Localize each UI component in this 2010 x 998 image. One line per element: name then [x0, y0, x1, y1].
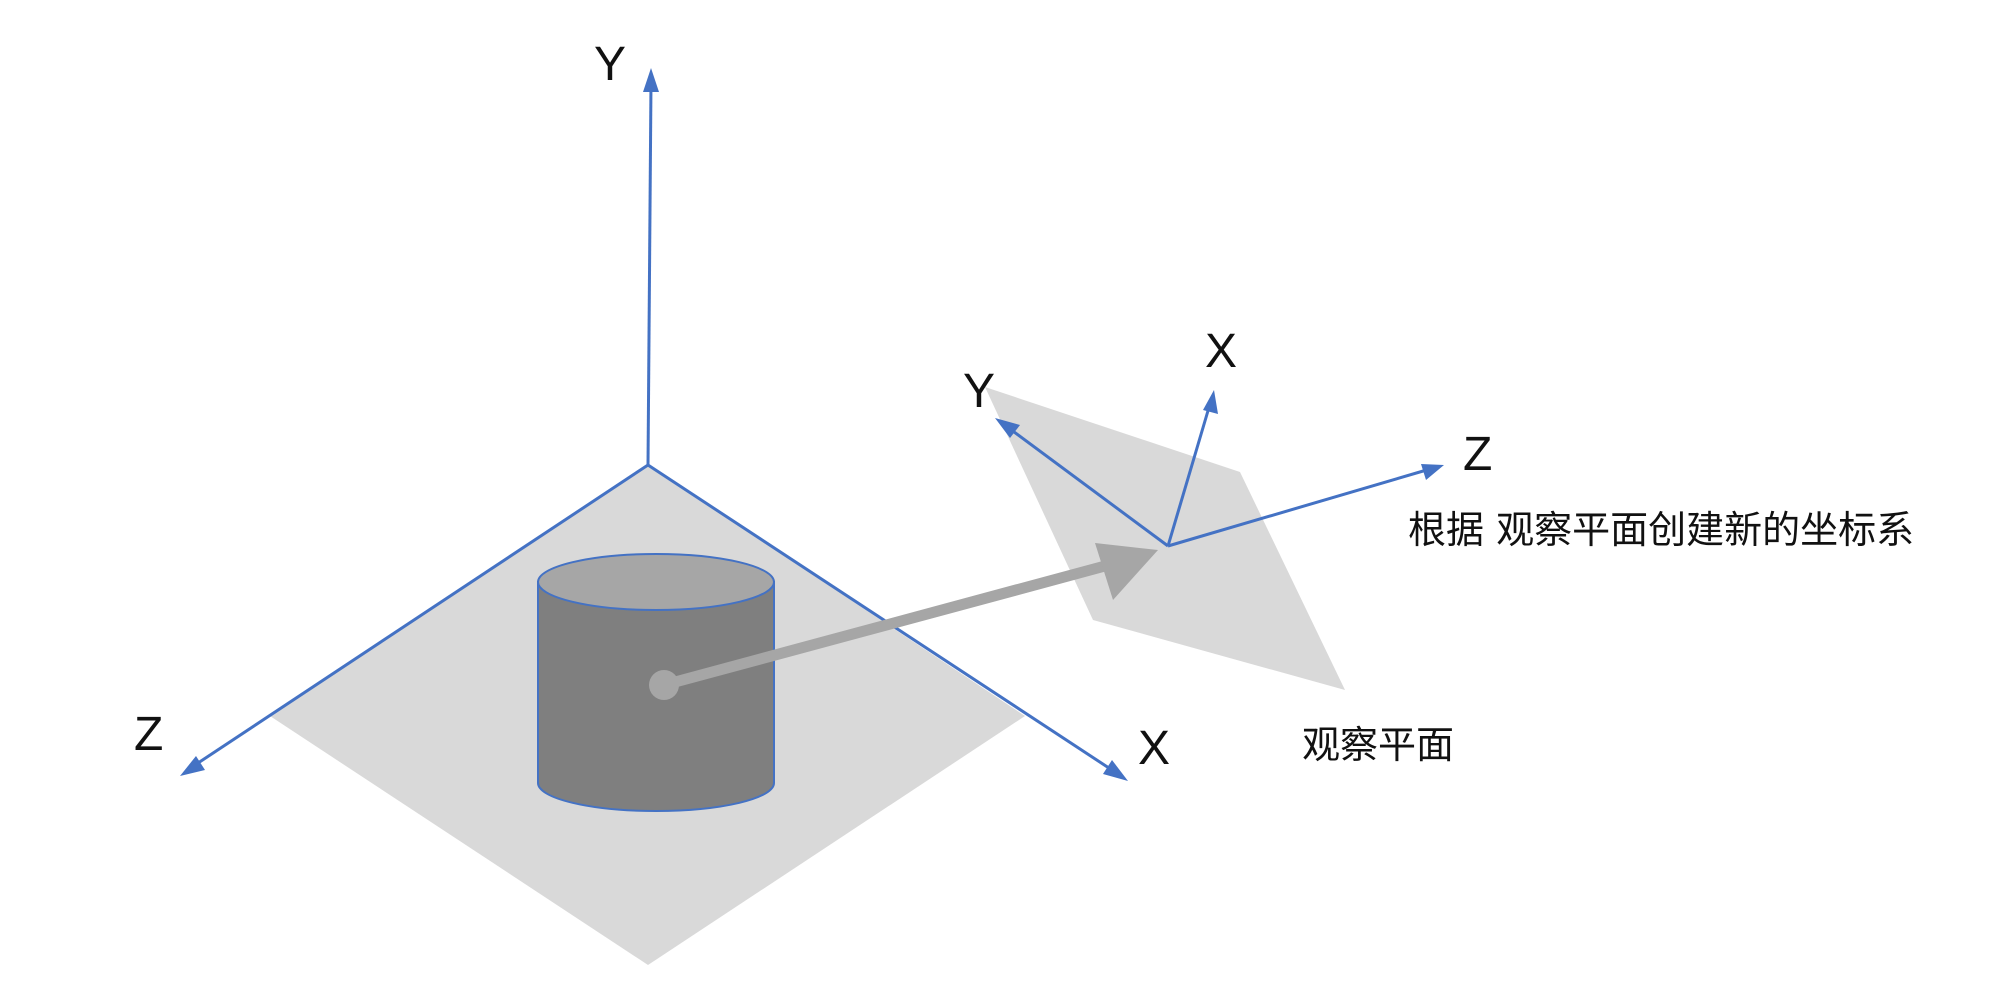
view-plane-caption: 观察平面 [1302, 723, 1454, 767]
new-coordinate-system-caption: 根据 观察平面创建新的坐标系 [1408, 508, 1914, 552]
world-z-label: Z [134, 708, 163, 761]
view-z-arrowhead [1421, 464, 1444, 480]
view-x-label: X [1205, 325, 1237, 378]
world-x-label: X [1138, 722, 1170, 775]
view-x-arrowhead [1203, 390, 1218, 414]
world-z-arrowhead [180, 756, 205, 776]
view-plane [985, 387, 1345, 690]
world-y-arrowhead [643, 68, 659, 92]
world-y-label: Y [594, 38, 626, 91]
world-y-axis [646, 81, 653, 466]
cylinder-top [537, 553, 775, 611]
world-x-arrowhead [1103, 760, 1128, 781]
view-y-label: Y [963, 365, 995, 418]
coordinate-transform-diagram: Y Z X Y X Z 根据 观察平面创建新的坐标系 观察平面 [134, 38, 1914, 965]
view-z-label: Z [1463, 428, 1492, 481]
